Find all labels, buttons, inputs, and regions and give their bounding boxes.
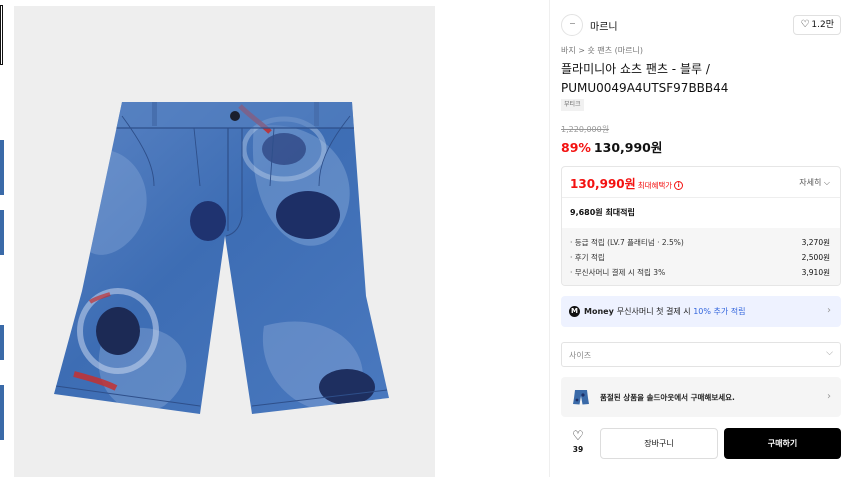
benefit-detail-toggle[interactable]: 자세히 ⌵ — [799, 177, 830, 188]
shorts-thumbnail-icon — [573, 390, 589, 405]
add-to-cart-button[interactable]: 장바구니 — [600, 428, 718, 459]
money-banner-text: Money 무신사머니 첫 결제 시 10% 추가 적립 — [584, 306, 746, 317]
thumbnail-strip — [0, 0, 8, 477]
thumbnail-1[interactable] — [0, 5, 3, 65]
discount-rate: 89% — [561, 140, 591, 155]
detail-label: 자세히 — [799, 178, 822, 187]
points-row-value: 3,910원 — [801, 268, 830, 277]
product-main-image[interactable] — [14, 6, 435, 477]
product-info-panel: ····· 마르니 ♡ 1.2만 바지 > 숏 팬츠 (마르니) 플라미니아 쇼츠… — [561, 0, 841, 477]
divider — [562, 197, 840, 198]
chevron-right-icon: › — [827, 391, 831, 402]
brand-row: ····· 마르니 ♡ 1.2만 — [561, 14, 841, 36]
money-highlight: 10% 추가 적립 — [693, 307, 746, 316]
wishlist-button[interactable]: ♡ 39 — [565, 429, 591, 455]
info-circle-icon[interactable]: i — [674, 181, 684, 190]
product-title: 플라미니아 쇼츠 팬츠 - 블루 / PUMU0049A4UTSF97BBB44 — [561, 62, 729, 95]
sale-price: 130,990원 — [593, 140, 663, 155]
points-row-label: · 무신사머니 결제 시 적립 3% — [570, 268, 666, 277]
points-row: · 등급 적립 (LV.7 플래티넘 · 2.5%) 3,270원 — [570, 237, 830, 249]
thumbnail-2[interactable] — [0, 140, 4, 195]
money-offer-text: 무신사머니 첫 결제 시 — [616, 307, 694, 316]
brand-like-count: 1.2만 — [811, 20, 834, 30]
brand-like-button[interactable]: ♡ 1.2만 — [793, 15, 841, 35]
heart-outline-icon: ♡ — [572, 429, 584, 444]
heart-outline-icon: ♡ — [800, 19, 810, 30]
soldout-text: 품절된 상품을 솔드아웃에서 구매해보세요. — [600, 393, 735, 402]
original-price: 1,220,000원 — [561, 125, 610, 134]
shorts-illustration — [54, 102, 389, 414]
chevron-down-icon: ⌵ — [823, 178, 830, 187]
brand-logo[interactable]: ····· — [561, 14, 583, 36]
points-row: · 후기 적립 2,500원 — [570, 252, 830, 264]
wishlist-count: 39 — [572, 445, 584, 454]
price-row: 89% 130,990원 — [561, 137, 662, 156]
max-benefit-label: 최대혜택가 — [637, 181, 673, 190]
soldout-banner[interactable]: 품절된 상품을 솔드아웃에서 구매해보세요. › — [561, 377, 841, 417]
max-points-title: 9,680원 최대적립 — [570, 208, 635, 217]
benefit-price: 130,990원 — [570, 177, 636, 191]
money-brand: Money — [584, 307, 614, 316]
size-placeholder: 사이즈 — [569, 351, 592, 360]
brand-name[interactable]: 마르니 — [590, 18, 618, 33]
chevron-right-icon: › — [827, 305, 831, 316]
panel-divider — [549, 0, 550, 477]
benefit-box: 130,990원 최대혜택가 i 자세히 ⌵ 9,680원 최대적립 · 등급 적립… — [561, 166, 841, 286]
thumbnail-5[interactable] — [0, 385, 4, 440]
buy-now-button[interactable]: 구매하기 — [724, 428, 841, 459]
benefit-price-row: 130,990원 최대혜택가 i — [570, 175, 684, 192]
points-row-value: 2,500원 — [801, 253, 830, 262]
boutique-tag: 부티크 — [561, 99, 584, 111]
points-row-label: · 등급 적립 (LV.7 플래티넘 · 2.5%) — [570, 238, 684, 247]
points-breakdown: · 등급 적립 (LV.7 플래티넘 · 2.5%) 3,270원 · 후기 적… — [562, 228, 840, 285]
points-row-value: 3,270원 — [801, 238, 830, 247]
musinsa-money-banner[interactable]: M Money 무신사머니 첫 결제 시 10% 추가 적립 › — [561, 296, 841, 327]
thumbnail-4[interactable] — [0, 325, 4, 360]
points-row-label: · 후기 적립 — [570, 253, 605, 262]
money-badge-icon: M — [569, 306, 580, 317]
thumbnail-3[interactable] — [0, 210, 4, 255]
size-select[interactable]: 사이즈 ⌵ — [561, 342, 841, 367]
points-row: · 무신사머니 결제 시 적립 3% 3,910원 — [570, 267, 830, 279]
chevron-down-icon: ⌵ — [826, 348, 833, 358]
breadcrumb[interactable]: 바지 > 숏 팬츠 (마르니) — [561, 45, 643, 56]
